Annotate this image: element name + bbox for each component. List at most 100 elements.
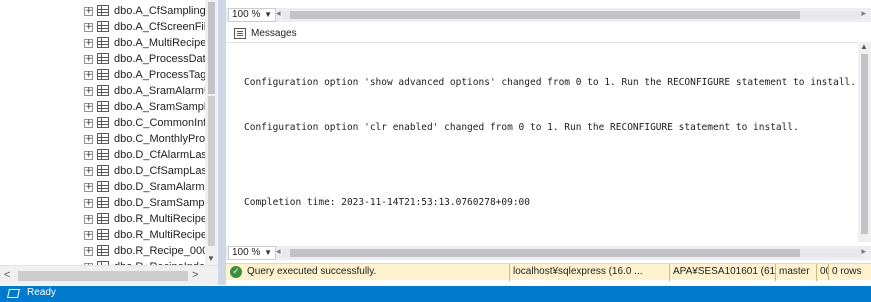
query-status-message: Query executed successfully. [247, 266, 377, 277]
scroll-up-icon[interactable]: ▲ [860, 42, 868, 51]
zoom-value: 100 % [232, 247, 261, 258]
tree-item-label: dbo.A_CfSamplingDa [114, 5, 205, 17]
chevron-down-icon[interactable]: ▼ [264, 9, 272, 21]
tab-messages[interactable]: Messages [230, 25, 301, 41]
expand-icon[interactable]: + [84, 247, 93, 256]
output-window-icon [7, 289, 20, 298]
status-rows: 0 rows [828, 263, 871, 280]
pane-splitter[interactable] [218, 0, 226, 285]
table-icon [97, 165, 109, 176]
check-circle-icon: ✓ [230, 266, 242, 278]
explorer-vertical-scrollbar[interactable]: ▼ [205, 0, 218, 265]
ready-label: Ready [27, 287, 56, 298]
table-icon [97, 69, 109, 80]
explorer-scroll-track[interactable] [208, 96, 215, 246]
expand-icon[interactable]: + [84, 231, 93, 240]
tree-item-label: dbo.A_MultiRecipeW [114, 37, 205, 49]
tree-item[interactable]: + dbo.A_SramSampling [0, 99, 205, 115]
scroll-right-icon[interactable]: ▸ [861, 246, 866, 257]
status-database: master [775, 264, 816, 281]
object-explorer: +dbo.A_CfSamplingDa+dbo.A_CfScreenFileU+… [0, 0, 218, 285]
expand-icon[interactable]: + [84, 135, 93, 144]
expand-icon[interactable]: + [84, 183, 93, 192]
tree-item[interactable]: + dbo.A_SramAlarmUpl [0, 83, 205, 99]
editor-zoom-bar: 100 % ▼ ◂ ▸ [226, 8, 871, 22]
zoom-select-bottom[interactable]: 100 % ▼ [228, 246, 276, 260]
tree-item-label: dbo.A_SramAlarmUpl [114, 85, 205, 97]
tree-item-label: dbo.A_SramSampling [114, 101, 205, 113]
tree-item-label: dbo.D_CfAlarmLastId [114, 149, 205, 161]
table-icon [97, 149, 109, 160]
expand-icon[interactable]: + [84, 119, 93, 128]
tree-item[interactable]: + dbo.A_ProcessTagDe [0, 67, 205, 83]
tree-item[interactable]: + dbo.A_ProcessDataSa [0, 51, 205, 67]
tree-item[interactable]: + dbo.D_CfSampLastDa [0, 163, 205, 179]
expand-icon[interactable]: + [84, 7, 93, 16]
status-server: localhost¥sqlexpress (16.0 ... [509, 264, 669, 281]
tree-item[interactable]: + dbo.R_MultiRecipe_S [0, 227, 205, 243]
table-icon [97, 117, 109, 128]
editor-hscroll-thumb[interactable] [290, 11, 800, 19]
tree-item[interactable]: + dbo.A_CfScreenFileU [0, 19, 205, 35]
messages-icon [234, 27, 246, 39]
expand-icon[interactable]: + [84, 71, 93, 80]
zoom-select-top[interactable]: 100 % ▼ [228, 8, 276, 22]
scroll-down-icon[interactable]: ▼ [207, 254, 215, 263]
results-hscroll-thumb[interactable] [290, 249, 800, 257]
expand-icon[interactable]: + [84, 23, 93, 32]
table-icon [97, 197, 109, 208]
explorer-scroll-thumb[interactable] [208, 2, 215, 94]
query-status-bar: ✓ Query executed successfully. localhost… [226, 263, 871, 281]
expand-icon[interactable]: + [84, 199, 93, 208]
tree-item[interactable]: + dbo.A_CfSamplingDa [0, 3, 205, 19]
tree-item-label: dbo.D_SramSampLast [114, 197, 205, 209]
tree-item-label: dbo.R_MultiRecipe_S [114, 213, 205, 225]
table-icon [97, 245, 109, 256]
tree-item-label: dbo.A_ProcessTagDe [114, 69, 205, 81]
table-icon [97, 229, 109, 240]
table-icon [97, 37, 109, 48]
scroll-right-icon[interactable]: ▸ [861, 8, 866, 19]
tree-item[interactable]: + dbo.C_CommonInfo [0, 115, 205, 131]
results-horizontal-scrollbar[interactable]: ◂ ▸ [276, 246, 866, 257]
messages-output: Configuration option 'show advanced opti… [226, 42, 858, 242]
explorer-horizontal-scrollbar[interactable]: < > [0, 265, 218, 285]
explorer-hscroll-thumb[interactable] [18, 271, 188, 281]
scroll-right-icon[interactable]: > [192, 269, 198, 281]
tree-item[interactable]: + dbo.D_SramAlarmLas [0, 179, 205, 195]
expand-icon[interactable]: + [84, 151, 93, 160]
expand-icon[interactable]: + [84, 167, 93, 176]
tree-item[interactable]: + dbo.C_MonthlyProce [0, 131, 205, 147]
tree-item-label: dbo.C_MonthlyProce [114, 133, 205, 145]
tree-item[interactable]: + dbo.D_SramSampLast [0, 195, 205, 211]
scroll-left-icon[interactable]: ◂ [276, 246, 281, 257]
status-user: APA¥SESA101601 (61) [669, 264, 775, 281]
tree-item[interactable]: + dbo.R_Recipe_00001_ [0, 243, 205, 259]
expand-icon[interactable]: + [84, 39, 93, 48]
results-tab-row: Messages [226, 24, 871, 42]
messages-vertical-scrollbar[interactable]: ▲ [858, 42, 871, 242]
chevron-down-icon[interactable]: ▼ [264, 247, 272, 259]
table-icon [97, 85, 109, 96]
editor-horizontal-scrollbar[interactable]: ◂ ▸ [276, 8, 866, 19]
messages-scroll-thumb[interactable] [861, 54, 868, 234]
tab-messages-label: Messages [251, 27, 297, 39]
scroll-left-icon[interactable]: < [4, 269, 10, 281]
table-icon [97, 53, 109, 64]
tree-item-label: dbo.D_CfSampLastDa [114, 165, 205, 177]
tree-item[interactable]: + dbo.D_CfAlarmLastId [0, 147, 205, 163]
tree-item[interactable]: + dbo.A_MultiRecipeW [0, 35, 205, 51]
expand-icon[interactable]: + [84, 215, 93, 224]
expand-icon[interactable]: + [84, 55, 93, 64]
tree-item[interactable]: + dbo.R_MultiRecipe_S [0, 211, 205, 227]
expand-icon[interactable]: + [84, 87, 93, 96]
scroll-left-icon[interactable]: ◂ [276, 8, 281, 19]
tree-item-label: dbo.R_Recipe_00001_ [114, 245, 205, 257]
table-icon [97, 133, 109, 144]
message-line: Configuration option 'clr enabled' chang… [244, 122, 799, 133]
expand-icon[interactable]: + [84, 103, 93, 112]
object-explorer-tree: +dbo.A_CfSamplingDa+dbo.A_CfScreenFileU+… [0, 0, 205, 265]
tree-item-label: dbo.D_SramAlarmLas [114, 181, 205, 193]
table-icon [97, 181, 109, 192]
tree-item-label: dbo.R_MultiRecipe_S [114, 229, 205, 241]
